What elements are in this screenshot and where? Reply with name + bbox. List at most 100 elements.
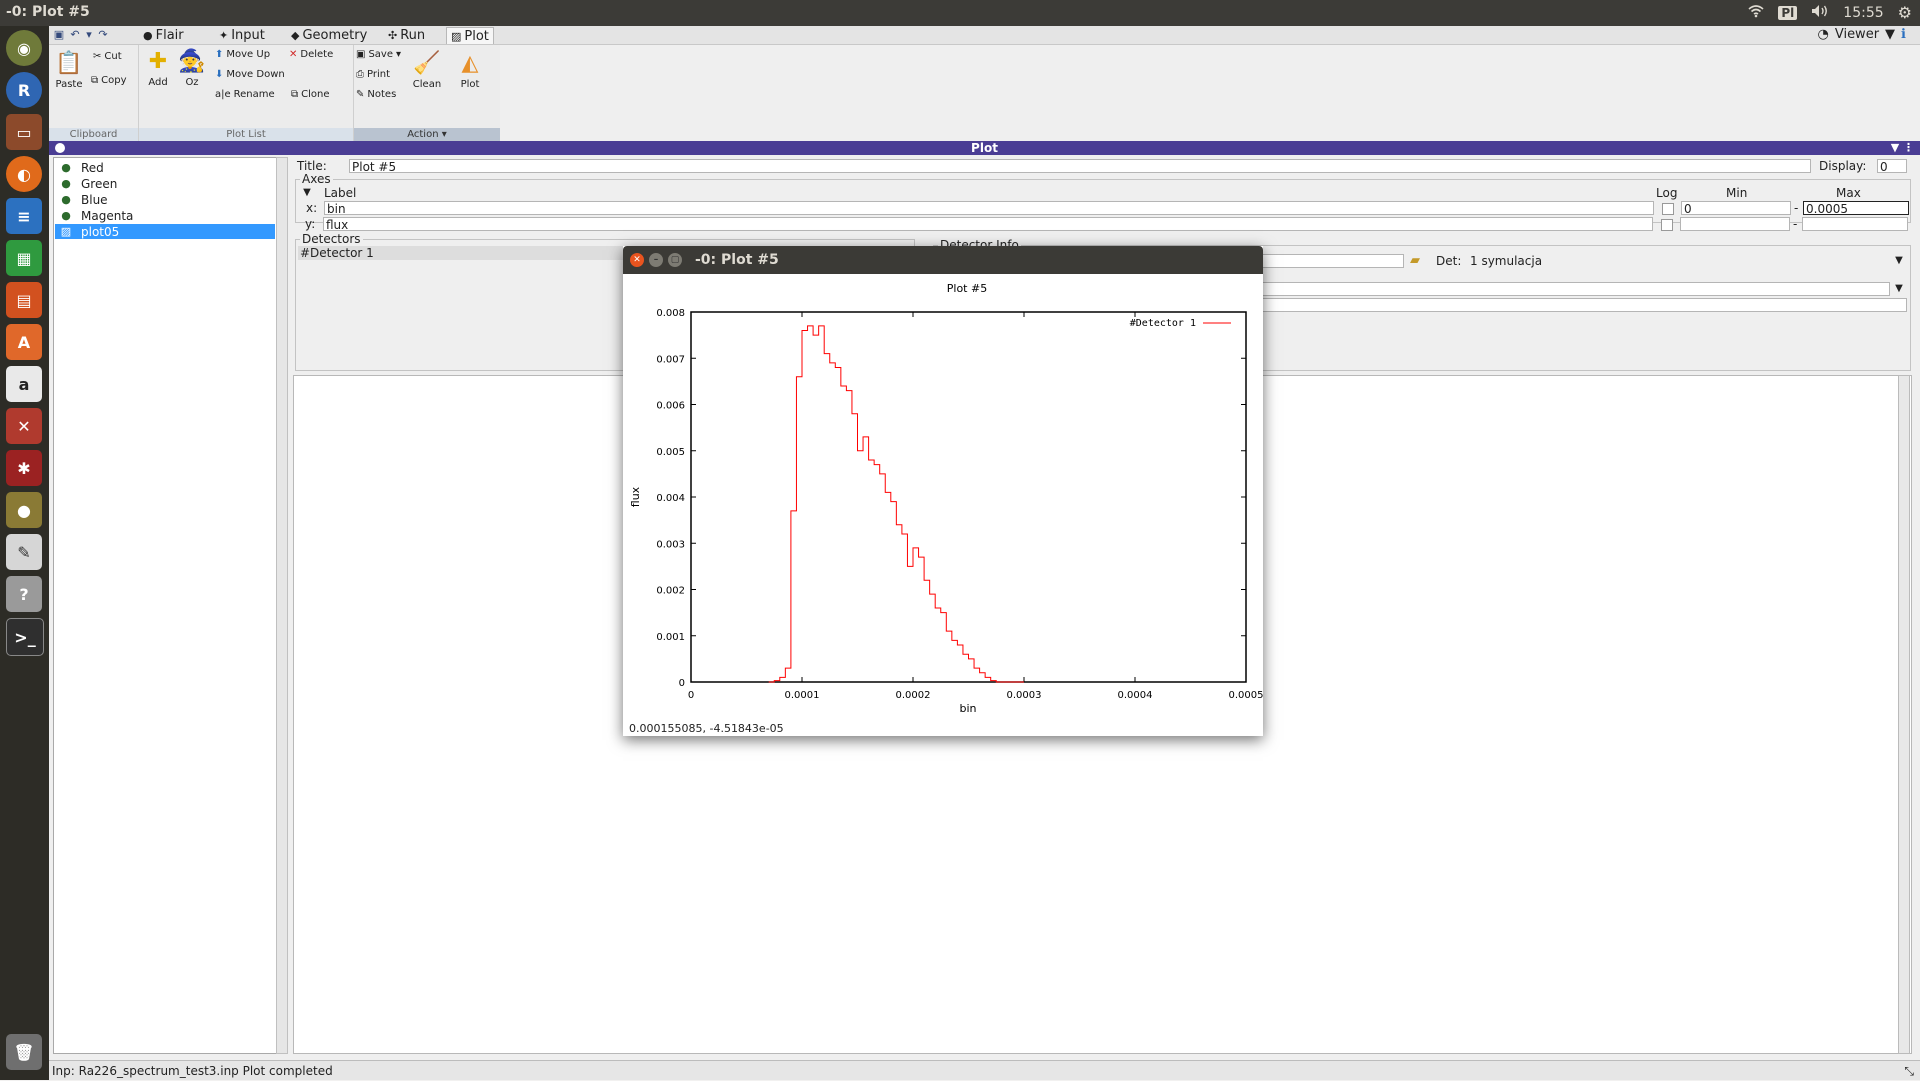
gear-icon[interactable]: ⚙	[1898, 3, 1912, 22]
plot-list-item-plot05[interactable]: ▨ plot05	[55, 224, 275, 239]
clean-button[interactable]: 🧹 Clean	[410, 51, 444, 90]
action-group-label[interactable]: Action ▾	[354, 128, 500, 141]
plot-list-item-magenta[interactable]: ● Magenta	[55, 208, 275, 223]
save-icon[interactable]: ▣	[52, 28, 66, 42]
y-max-field[interactable]	[1802, 217, 1908, 231]
series-line-detector-1	[768, 325, 1024, 683]
y-axis-ticks: 0 0.001 0.002 0.003 0.004 0.005 0.006 0.007 0.00…	[656, 308, 1246, 689]
undo-icon[interactable]: ↶	[68, 28, 82, 42]
network-tool-icon[interactable]: ✱	[6, 450, 42, 486]
info-icon[interactable]: ℹ	[1901, 27, 1906, 42]
trash-icon[interactable]: 🗑	[6, 1034, 42, 1070]
tab-flair[interactable]: ● Flair	[139, 27, 188, 43]
plot-button[interactable]: ◭ Plot	[452, 51, 488, 90]
copy-icon: ⧉	[91, 75, 99, 86]
title-label: Title:	[297, 159, 327, 173]
y-tick-label: 0.003	[656, 539, 685, 550]
chevron-down-icon[interactable]: ▼	[1892, 254, 1906, 268]
move-down-button[interactable]: ⬇ Move Down	[215, 69, 285, 80]
writer-icon[interactable]: ≡	[6, 198, 42, 234]
plot-icon: ▨	[60, 224, 72, 238]
tab-run[interactable]: ✣ Run	[384, 27, 429, 43]
volume-icon[interactable]	[1811, 4, 1829, 22]
delete-button[interactable]: ✕ Delete	[289, 49, 333, 60]
files-icon[interactable]: ▭	[6, 114, 42, 150]
minimize-icon[interactable]: –	[649, 253, 663, 267]
panel-options-icon[interactable]: ▼ ⋮	[1891, 141, 1914, 155]
det-select[interactable]: 1 symulacja	[1468, 254, 1893, 268]
help-icon[interactable]: ?	[6, 576, 42, 612]
keyboard-layout-indicator[interactable]: Pl	[1778, 5, 1798, 20]
x-axis-ticks: 0 0.0001 0.0002 0.0003 0.0004 0.0005	[688, 312, 1263, 701]
move-up-button[interactable]: ⬆ Move Up	[215, 49, 270, 60]
redo-icon[interactable]: ↷	[96, 28, 110, 42]
tab-input[interactable]: ✦ Input	[215, 27, 269, 43]
x-min-field[interactable]: 0	[1681, 201, 1791, 215]
plot-window[interactable]: ✕ – ▢ -0: Plot #5 Plot #5 0 0.0001 0.0002 0…	[623, 246, 1263, 736]
close-icon[interactable]: ✕	[630, 253, 644, 267]
title-field[interactable]: Plot #5	[349, 159, 1811, 173]
plot-icon: ▨	[451, 29, 462, 43]
detector-option-select[interactable]	[1194, 282, 1890, 296]
chevron-down-icon: ▼	[1885, 27, 1896, 42]
x-log-checkbox[interactable]	[1662, 203, 1674, 215]
impress-icon[interactable]: ▤	[6, 282, 42, 318]
save-button[interactable]: ▣ Save ▾	[356, 49, 401, 60]
paste-button[interactable]: 📋 Paste	[53, 51, 85, 90]
tab-geometry[interactable]: ◆ Geometry	[287, 27, 371, 43]
chevron-down-icon[interactable]: ▼	[300, 186, 314, 200]
software-center-icon[interactable]: A	[6, 324, 42, 360]
clock[interactable]: 15:55	[1843, 5, 1883, 21]
resize-grip-icon[interactable]: ⤡	[1904, 1061, 1914, 1081]
plot-list-item-green[interactable]: ● Green	[55, 176, 275, 191]
cut-button[interactable]: ✂ Cut	[93, 51, 122, 62]
status-bar: Inp: Ra226_spectrum_test3.inp Plot compl…	[49, 1060, 1920, 1080]
panel-scrollbar[interactable]	[1898, 375, 1910, 1054]
rename-button[interactable]: a|e Rename	[215, 89, 275, 100]
plot-window-titlebar[interactable]: ✕ – ▢ -0: Plot #5	[623, 246, 1263, 274]
panel-menu-icon[interactable]	[55, 143, 65, 153]
window-title: -0: Plot #5	[6, 4, 90, 20]
clone-button[interactable]: ⧉ Clone	[291, 89, 330, 100]
display-spinbox[interactable]: 0	[1877, 159, 1907, 173]
print-button[interactable]: ⎙ Print	[356, 69, 390, 80]
wizard-icon: 🧙	[178, 49, 206, 74]
terminal-icon[interactable]: >_	[6, 618, 44, 656]
plot-list-scrollbar[interactable]	[276, 157, 288, 1054]
add-button[interactable]: ✚ Add	[143, 49, 173, 88]
viewer-dropdown[interactable]: ◔ Viewer ▼ ℹ	[1818, 27, 1907, 42]
text-editor-icon[interactable]: ✎	[6, 534, 42, 570]
firefox-icon[interactable]: ◐	[6, 156, 42, 192]
oz-button[interactable]: 🧙 Oz	[175, 49, 209, 88]
y-min-field[interactable]	[1680, 217, 1790, 231]
plot-list-item-red[interactable]: ● Red	[55, 160, 275, 175]
flair-app-icon[interactable]: ●	[6, 492, 42, 528]
chevron-down-icon[interactable]: ▼	[1892, 282, 1906, 296]
cauldron-icon: ●	[61, 160, 71, 174]
x-label-field[interactable]: bin	[324, 201, 1654, 215]
det-label: Det:	[1436, 254, 1462, 268]
plot-window-title: -0: Plot #5	[695, 252, 779, 268]
cauldron-icon: ●	[61, 176, 71, 190]
plot-list[interactable]: ● Red ● Green ● Blue ● Magenta ▨ plot05	[53, 157, 277, 1054]
detector-option-field[interactable]	[1194, 298, 1907, 312]
r-app-icon[interactable]: R	[6, 72, 42, 108]
chevron-down-icon[interactable]: ▾	[82, 28, 96, 42]
folder-open-icon[interactable]: ▰	[1410, 253, 1420, 268]
y-log-checkbox[interactable]	[1661, 219, 1673, 231]
x-max-field[interactable]: 0.0005	[1803, 201, 1909, 215]
geometry-icon: ◆	[291, 28, 300, 42]
amazon-icon[interactable]: a	[6, 366, 42, 402]
y-label-field[interactable]: flux	[323, 217, 1653, 231]
plot-list-item-blue[interactable]: ● Blue	[55, 192, 275, 207]
copy-button[interactable]: ⧉ Copy	[91, 75, 127, 86]
wifi-icon[interactable]	[1748, 4, 1764, 22]
flux-chart[interactable]: Plot #5 0 0.0001 0.0002 0.0003 0.0004 0.0005 …	[623, 274, 1263, 714]
display-label: Display:	[1819, 159, 1867, 173]
notes-button[interactable]: ✎ Notes	[356, 89, 396, 100]
ubuntu-dash-icon[interactable]: ◉	[6, 30, 42, 66]
system-settings-icon[interactable]: ✕	[6, 408, 42, 444]
tab-plot[interactable]: ▨ Plot	[446, 27, 494, 44]
maximize-icon[interactable]: ▢	[668, 253, 682, 267]
calc-icon[interactable]: ▦	[6, 240, 42, 276]
